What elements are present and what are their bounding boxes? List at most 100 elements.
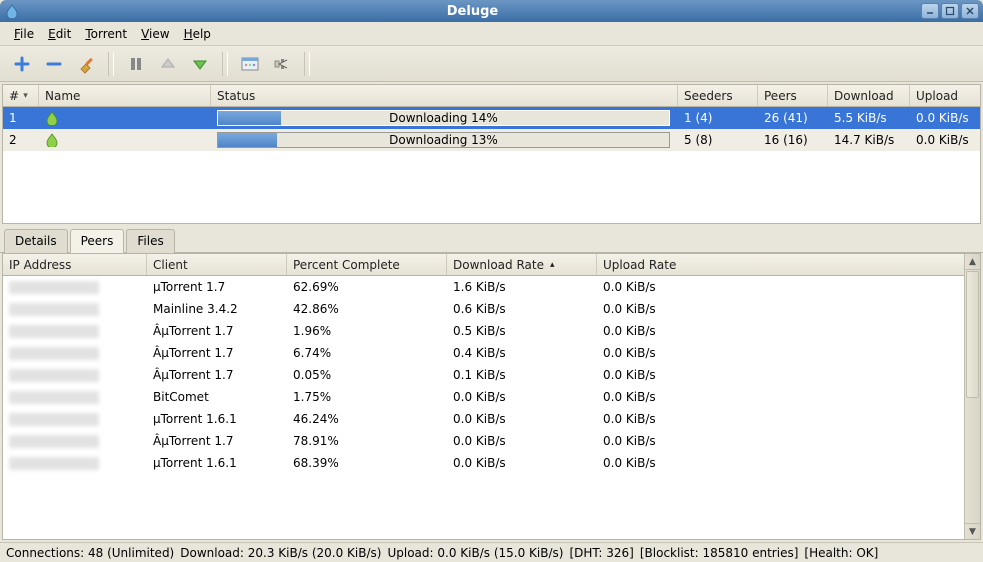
pause-button[interactable] (122, 50, 150, 78)
peer-client: ÂµTorrent 1.7 (147, 430, 287, 452)
torrent-download: 14.7 KiB/s (828, 129, 910, 151)
column-header-upload[interactable]: Upload (910, 85, 980, 106)
peer-client: ÂµTorrent 1.7 (147, 342, 287, 364)
toolbar-separator (304, 52, 310, 76)
column-header-client[interactable]: Client (147, 254, 287, 275)
peer-ip (3, 276, 147, 298)
peer-percent: 1.75% (287, 386, 447, 408)
menu-torrent[interactable]: Torrent (79, 25, 133, 43)
tab-files[interactable]: Files (126, 229, 174, 253)
peer-row[interactable]: µTorrent 1.6.168.39%0.0 KiB/s0.0 KiB/s (3, 452, 964, 474)
menu-view[interactable]: View (135, 25, 175, 43)
remove-torrent-button[interactable] (40, 50, 68, 78)
menu-help[interactable]: Help (178, 25, 217, 43)
peer-percent: 6.74% (287, 342, 447, 364)
peer-ip (3, 386, 147, 408)
peer-download-rate: 0.6 KiB/s (447, 298, 597, 320)
status-dht: [DHT: 326] (569, 546, 633, 560)
torrent-peers: 26 (41) (758, 107, 828, 129)
peer-ip (3, 364, 147, 386)
column-header-peers[interactable]: Peers (758, 85, 828, 106)
statusbar: Connections: 48 (Unlimited) Download: 20… (0, 542, 983, 562)
torrent-number: 2 (3, 129, 39, 151)
peer-upload-rate: 0.0 KiB/s (597, 320, 747, 342)
tab-details[interactable]: Details (4, 229, 68, 253)
scroll-down-button[interactable]: ▼ (965, 523, 980, 539)
preferences-button[interactable] (236, 50, 264, 78)
window-title: Deluge (24, 4, 921, 19)
menubar: File Edit Torrent View Help (0, 22, 983, 46)
peer-row[interactable]: BitComet1.75%0.0 KiB/s0.0 KiB/s (3, 386, 964, 408)
peer-upload-rate: 0.0 KiB/s (597, 298, 747, 320)
status-blocklist: [Blocklist: 185810 entries] (640, 546, 799, 560)
peer-download-rate: 0.0 KiB/s (447, 452, 597, 474)
scroll-up-button[interactable]: ▲ (965, 254, 980, 270)
maximize-button[interactable] (941, 3, 959, 19)
detail-tabs: Details Peers Files (0, 226, 983, 253)
peer-upload-rate: 0.0 KiB/s (597, 386, 747, 408)
torrent-row[interactable]: 1Downloading 14%1 (4)26 (41)5.5 KiB/s0.0… (3, 107, 980, 129)
peer-row[interactable]: Mainline 3.4.242.86%0.6 KiB/s0.0 KiB/s (3, 298, 964, 320)
toolbar-separator (222, 52, 228, 76)
minimize-button[interactable] (921, 3, 939, 19)
peer-download-rate: 0.0 KiB/s (447, 430, 597, 452)
peer-row[interactable]: ÂµTorrent 1.76.74%0.4 KiB/s0.0 KiB/s (3, 342, 964, 364)
peer-client: Mainline 3.4.2 (147, 298, 287, 320)
scrollbar[interactable]: ▲ ▼ (964, 254, 980, 539)
torrent-seeders: 5 (8) (678, 129, 758, 151)
peer-download-rate: 0.0 KiB/s (447, 408, 597, 430)
peer-client: ÂµTorrent 1.7 (147, 320, 287, 342)
app-icon (4, 3, 20, 19)
move-down-button[interactable] (186, 50, 214, 78)
peer-percent: 46.24% (287, 408, 447, 430)
peer-client: ÂµTorrent 1.7 (147, 364, 287, 386)
peers-header-row: IP Address Client Percent Complete Downl… (3, 254, 964, 276)
torrent-upload: 0.0 KiB/s (910, 107, 980, 129)
column-header-percent[interactable]: Percent Complete (287, 254, 447, 275)
column-header-download[interactable]: Download (828, 85, 910, 106)
torrent-row[interactable]: 2Downloading 13%5 (8)16 (16)14.7 KiB/s0.… (3, 129, 980, 151)
torrent-name (39, 129, 211, 151)
move-up-button[interactable] (154, 50, 182, 78)
peer-client: µTorrent 1.6.1 (147, 452, 287, 474)
peer-row[interactable]: ÂµTorrent 1.778.91%0.0 KiB/s0.0 KiB/s (3, 430, 964, 452)
peer-ip (3, 298, 147, 320)
torrent-seeders: 1 (4) (678, 107, 758, 129)
status-health: [Health: OK] (804, 546, 878, 560)
close-button[interactable] (961, 3, 979, 19)
connection-manager-button[interactable] (268, 50, 296, 78)
peer-ip (3, 430, 147, 452)
scroll-thumb[interactable] (966, 271, 979, 398)
column-header-name[interactable]: Name (39, 85, 211, 106)
status-upload: Upload: 0.0 KiB/s (15.0 KiB/s) (387, 546, 563, 560)
peer-ip (3, 342, 147, 364)
torrent-header-row: #▾ Name Status Seeders Peers Download Up… (3, 85, 980, 107)
menu-edit[interactable]: Edit (42, 25, 77, 43)
tab-peers[interactable]: Peers (70, 229, 125, 253)
menu-file[interactable]: File (8, 25, 40, 43)
column-header-download-rate[interactable]: Download Rate▴ (447, 254, 597, 275)
window-titlebar: Deluge (0, 0, 983, 22)
column-header-seeders[interactable]: Seeders (678, 85, 758, 106)
clear-button[interactable] (72, 50, 100, 78)
peer-download-rate: 0.4 KiB/s (447, 342, 597, 364)
torrent-number: 1 (3, 107, 39, 129)
peer-row[interactable]: µTorrent 1.762.69%1.6 KiB/s0.0 KiB/s (3, 276, 964, 298)
peer-upload-rate: 0.0 KiB/s (597, 342, 747, 364)
column-header-upload-rate[interactable]: Upload Rate (597, 254, 747, 275)
add-torrent-button[interactable] (8, 50, 36, 78)
peer-download-rate: 0.1 KiB/s (447, 364, 597, 386)
column-header-ip[interactable]: IP Address (3, 254, 147, 275)
column-header-number[interactable]: #▾ (3, 85, 39, 106)
peer-ip (3, 408, 147, 430)
column-header-status[interactable]: Status (211, 85, 678, 106)
peer-row[interactable]: µTorrent 1.6.146.24%0.0 KiB/s0.0 KiB/s (3, 408, 964, 430)
peer-download-rate: 1.6 KiB/s (447, 276, 597, 298)
torrent-upload: 0.0 KiB/s (910, 129, 980, 151)
peer-row[interactable]: ÂµTorrent 1.71.96%0.5 KiB/s0.0 KiB/s (3, 320, 964, 342)
peer-download-rate: 0.5 KiB/s (447, 320, 597, 342)
peer-upload-rate: 0.0 KiB/s (597, 452, 747, 474)
peer-ip (3, 320, 147, 342)
peer-row[interactable]: ÂµTorrent 1.70.05%0.1 KiB/s0.0 KiB/s (3, 364, 964, 386)
peer-upload-rate: 0.0 KiB/s (597, 408, 747, 430)
